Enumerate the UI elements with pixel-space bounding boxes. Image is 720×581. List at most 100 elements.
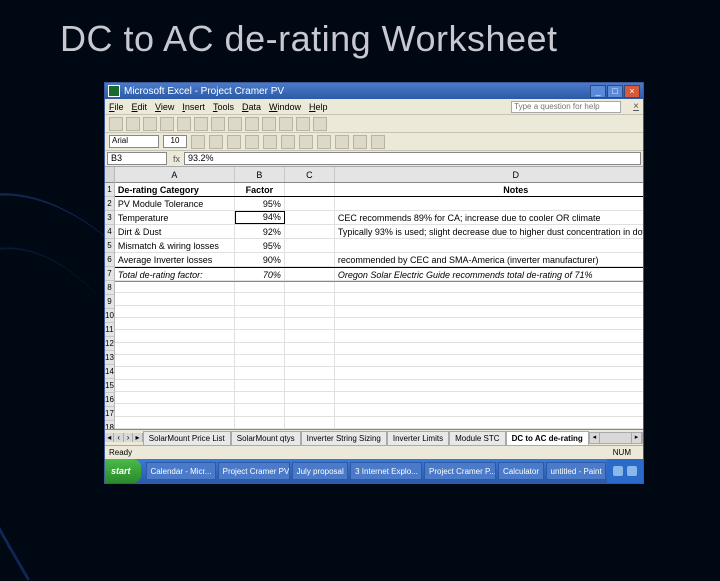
taskbar-item[interactable]: 3 Internet Explo... xyxy=(350,462,422,480)
table-row[interactable] xyxy=(115,392,643,404)
table-row[interactable] xyxy=(115,367,643,379)
sheet-tab[interactable]: DC to AC de-rating xyxy=(506,431,589,445)
row-header[interactable]: 18 xyxy=(105,421,114,429)
table-row[interactable] xyxy=(115,404,643,416)
minimize-button[interactable]: _ xyxy=(590,85,606,98)
currency-icon[interactable] xyxy=(299,135,313,149)
font-color-icon[interactable] xyxy=(371,135,385,149)
zoom-icon[interactable] xyxy=(313,117,327,131)
align-center-icon[interactable] xyxy=(263,135,277,149)
menu-edit[interactable]: Edit xyxy=(132,102,148,112)
cell[interactable] xyxy=(285,253,335,266)
preview-icon[interactable] xyxy=(177,117,191,131)
cell[interactable] xyxy=(285,183,335,196)
table-row[interactable]: Total de-rating factor: 70% Oregon Solar… xyxy=(115,267,643,281)
italic-icon[interactable] xyxy=(209,135,223,149)
cell[interactable]: De-rating Category xyxy=(115,183,235,196)
row-header[interactable]: 17 xyxy=(105,407,114,421)
close-button[interactable]: × xyxy=(624,85,640,98)
sheet-tab[interactable]: SolarMount Price List xyxy=(143,431,231,445)
menu-file[interactable]: File xyxy=(109,102,124,112)
start-button[interactable]: start xyxy=(105,459,141,483)
maximize-button[interactable]: □ xyxy=(607,85,623,98)
save-icon[interactable] xyxy=(143,117,157,131)
taskbar-item[interactable]: July proposal xyxy=(292,462,349,480)
menu-window[interactable]: Window xyxy=(269,102,301,112)
cell[interactable] xyxy=(285,268,335,280)
row-header[interactable]: 10 xyxy=(105,309,114,323)
cell[interactable]: Typically 93% is used; slight decrease d… xyxy=(335,225,643,238)
tab-last-icon[interactable]: ▸ xyxy=(133,433,142,442)
table-row[interactable]: PV Module Tolerance 95% xyxy=(115,197,643,211)
paste-icon[interactable] xyxy=(228,117,242,131)
chart-icon[interactable] xyxy=(296,117,310,131)
horizontal-scrollbar[interactable]: ◂▸ xyxy=(589,432,643,444)
cell[interactable]: 70% xyxy=(235,268,285,280)
font-size-select[interactable]: 10 xyxy=(163,135,187,148)
sheet-tab[interactable]: Inverter String Sizing xyxy=(301,431,387,445)
table-row[interactable] xyxy=(115,417,643,429)
cell[interactable] xyxy=(335,197,643,210)
cut-icon[interactable] xyxy=(194,117,208,131)
row-header[interactable]: 6 xyxy=(105,253,114,267)
table-row[interactable] xyxy=(115,330,643,342)
cell[interactable]: 95% xyxy=(235,197,285,210)
taskbar-item[interactable]: Project Cramer PV xyxy=(218,462,290,480)
cell[interactable]: Notes xyxy=(335,183,643,196)
fx-icon[interactable]: fx xyxy=(169,154,184,164)
cell[interactable]: 92% xyxy=(235,225,285,238)
cell[interactable]: Mismatch & wiring losses xyxy=(115,239,235,252)
system-tray[interactable] xyxy=(607,459,643,483)
titlebar[interactable]: Microsoft Excel - Project Cramer PV _ □ … xyxy=(105,83,643,99)
cell[interactable]: CEC recommends 89% for CA; increase due … xyxy=(335,211,643,224)
col-header[interactable]: A xyxy=(115,167,235,182)
menu-data[interactable]: Data xyxy=(242,102,261,112)
taskbar-item[interactable]: untitled - Paint xyxy=(546,462,606,480)
table-row[interactable]: Temperature 94% CEC recommends 89% for C… xyxy=(115,211,643,225)
sort-icon[interactable] xyxy=(279,117,293,131)
cell[interactable] xyxy=(335,239,643,252)
cell[interactable] xyxy=(285,225,335,238)
tab-first-icon[interactable]: ◂ xyxy=(105,433,114,442)
row-header[interactable]: 9 xyxy=(105,295,114,309)
align-right-icon[interactable] xyxy=(281,135,295,149)
copy-icon[interactable] xyxy=(211,117,225,131)
select-all-corner[interactable] xyxy=(105,167,114,183)
cell[interactable]: 90% xyxy=(235,253,285,266)
underline-icon[interactable] xyxy=(227,135,241,149)
cell[interactable] xyxy=(285,197,335,210)
redo-icon[interactable] xyxy=(262,117,276,131)
table-row[interactable] xyxy=(115,293,643,305)
row-header[interactable]: 2 xyxy=(105,197,114,211)
tray-icon[interactable] xyxy=(627,466,637,476)
menu-insert[interactable]: Insert xyxy=(182,102,205,112)
table-row[interactable] xyxy=(115,306,643,318)
cell[interactable]: Average Inverter losses xyxy=(115,253,235,266)
font-name-select[interactable]: Arial xyxy=(109,135,159,148)
help-search-input[interactable] xyxy=(511,101,621,113)
cell[interactable]: recommended by CEC and SMA-America (inve… xyxy=(335,253,643,266)
taskbar-item[interactable]: Project Cramer P... xyxy=(424,462,496,480)
table-row[interactable]: Mismatch & wiring losses 95% xyxy=(115,239,643,253)
row-header[interactable]: 16 xyxy=(105,393,114,407)
row-header[interactable]: 12 xyxy=(105,337,114,351)
col-header[interactable]: D xyxy=(335,167,643,182)
menu-view[interactable]: View xyxy=(155,102,174,112)
cell[interactable]: Factor xyxy=(235,183,285,196)
fill-color-icon[interactable] xyxy=(353,135,367,149)
table-row[interactable]: De-rating Category Factor Notes xyxy=(115,183,643,197)
cell[interactable]: Temperature xyxy=(115,211,235,224)
doc-close-button[interactable]: × xyxy=(633,101,639,112)
new-icon[interactable] xyxy=(109,117,123,131)
table-row[interactable] xyxy=(115,281,643,293)
undo-icon[interactable] xyxy=(245,117,259,131)
row-header[interactable]: 15 xyxy=(105,379,114,393)
table-row[interactable] xyxy=(115,380,643,392)
tray-icon[interactable] xyxy=(613,466,623,476)
cell[interactable]: PV Module Tolerance xyxy=(115,197,235,210)
sheet-tab[interactable]: SolarMount qtys xyxy=(231,431,301,445)
col-header[interactable]: C xyxy=(285,167,335,182)
spreadsheet-grid[interactable]: 1 2 3 4 5 6 7 8 9 10 11 12 13 14 15 16 1… xyxy=(105,167,643,429)
taskbar-item[interactable]: Calendar - Micr... xyxy=(146,462,216,480)
taskbar-item[interactable]: Calculator xyxy=(498,462,544,480)
